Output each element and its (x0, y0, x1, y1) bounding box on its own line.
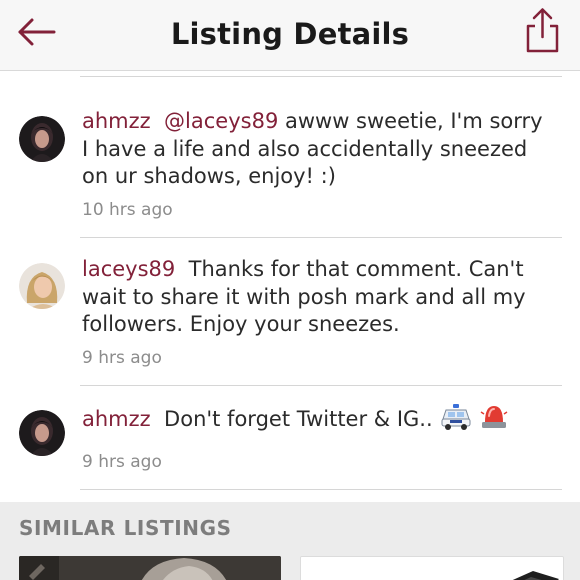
user-avatar[interactable] (19, 263, 65, 309)
comment-username[interactable]: laceys89 (82, 257, 175, 281)
police-light-emoji (480, 404, 508, 438)
similar-listing-thumbnail[interactable] (19, 556, 281, 580)
share-icon (526, 8, 559, 53)
comment-username[interactable]: ahmzz (82, 109, 151, 133)
similar-listing-thumbnail[interactable] (300, 556, 564, 580)
share-button[interactable] (520, 6, 564, 54)
user-avatar[interactable] (19, 116, 65, 162)
comment-mention[interactable]: @laceys89 (164, 109, 278, 133)
comment-body: Don't forget Twitter & IG.. (164, 407, 433, 431)
police-car-emoji (441, 404, 471, 438)
divider (80, 237, 562, 238)
divider (80, 489, 562, 490)
comment-text: laceys89 Thanks for that comment. Can't … (82, 256, 552, 339)
similar-listings-section: SIMILAR LISTINGS (0, 502, 580, 580)
comment-timestamp: 9 hrs ago (82, 452, 162, 472)
back-button[interactable] (14, 12, 62, 54)
header-bar: Listing Details (0, 0, 580, 71)
comment-username[interactable]: ahmzz (82, 407, 151, 431)
comment-text: ahmzz Don't forget Twitter & IG.. (82, 404, 552, 438)
comment-timestamp: 9 hrs ago (82, 348, 162, 368)
divider (80, 76, 562, 77)
divider (80, 385, 562, 386)
section-title: SIMILAR LISTINGS (19, 516, 232, 540)
comment-timestamp: 10 hrs ago (82, 200, 173, 220)
back-arrow-icon (18, 18, 56, 46)
comment-text: ahmzz @laceys89 awww sweetie, I'm sorry … (82, 108, 552, 191)
comment-body: awww sweetie, I'm sorry I have a life an… (82, 109, 543, 188)
listing-details-screen: Listing Details ahmzz @laceys89 awww swe… (0, 0, 580, 580)
user-avatar[interactable] (19, 410, 65, 456)
page-title: Listing Details (170, 17, 410, 51)
